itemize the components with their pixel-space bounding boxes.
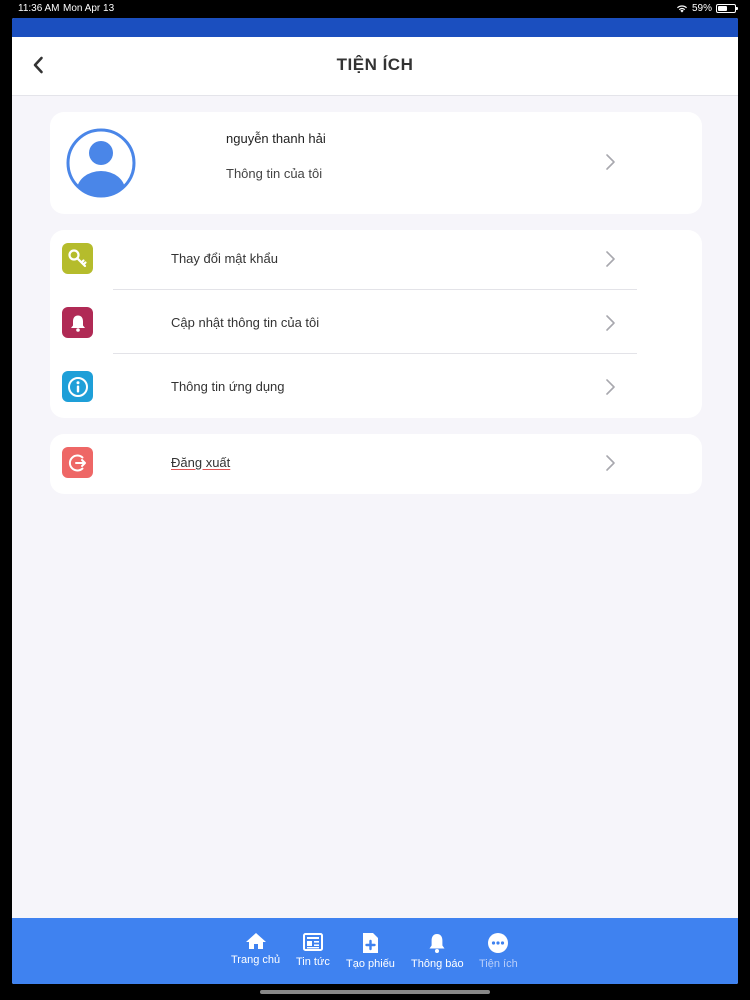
battery-fill <box>718 6 728 11</box>
profile-card[interactable]: nguyễn thanh hải Thông tin của tôi <box>50 112 702 214</box>
tab-create-ticket[interactable]: Tạo phiếu <box>346 932 395 976</box>
tab-label: Tiện ích <box>479 958 518 970</box>
profile-name: nguyễn thanh hải <box>226 131 326 146</box>
add-document-icon <box>363 933 379 953</box>
bottom-tab-bar: Trang chủ Tin tức Tạo phiếu Thông báo Ti… <box>12 918 738 984</box>
status-date: Mon Apr 13 <box>63 3 115 14</box>
profile-subtitle: Thông tin của tôi <box>226 166 323 181</box>
wifi-icon <box>676 5 687 13</box>
menu-item-app-info[interactable]: Thông tin ứng dụng <box>50 358 702 422</box>
menu-item-label: Cập nhật thông tin của tôi <box>171 315 320 330</box>
tab-notifications[interactable]: Thông báo <box>411 932 464 976</box>
chevron-right-icon <box>606 315 615 331</box>
bell-icon <box>62 307 93 338</box>
tab-label: Thông báo <box>411 958 464 970</box>
menu-item-update-info[interactable]: Cập nhật thông tin của tôi <box>50 294 702 358</box>
top-color-strip <box>12 18 738 37</box>
battery-percent: 59% <box>691 3 712 14</box>
settings-menu-card: Thay đổi mật khẩu Cập nhật thông tin của… <box>50 230 702 418</box>
home-icon <box>245 933 266 949</box>
logout-button[interactable]: Đăng xuất <box>50 434 702 494</box>
tab-news[interactable]: Tin tức <box>296 932 330 976</box>
logout-icon <box>62 447 93 478</box>
home-indicator <box>260 990 490 994</box>
status-bar: 11:36 AM Mon Apr 13 59% <box>0 0 750 18</box>
chevron-right-icon <box>606 455 615 471</box>
page-title: TIỆN ÍCH <box>336 55 414 74</box>
news-icon <box>302 933 323 951</box>
tab-label: Tạo phiếu <box>346 958 395 970</box>
chevron-right-icon <box>606 251 615 267</box>
tab-home[interactable]: Trang chủ <box>231 932 280 976</box>
menu-item-label: Thay đổi mật khẩu <box>171 251 278 266</box>
user-avatar-icon <box>66 128 136 198</box>
tab-label: Trang chủ <box>231 954 281 966</box>
info-icon <box>62 371 93 402</box>
divider <box>113 289 637 290</box>
app-screen: TIỆN ÍCH nguyễn thanh hải Thông tin của … <box>12 18 738 984</box>
logout-label: Đăng xuất <box>171 455 231 470</box>
status-right: 59% <box>676 3 738 14</box>
battery-icon <box>716 4 738 13</box>
tab-label: Tin tức <box>296 956 330 968</box>
navigation-header: TIỆN ÍCH <box>12 37 738 96</box>
key-icon <box>62 243 93 274</box>
bell-icon <box>429 934 445 953</box>
chevron-right-icon <box>606 154 615 170</box>
device-frame: 11:36 AM Mon Apr 13 59% TIỆN ÍCH nguyễn … <box>0 0 750 1000</box>
more-icon <box>488 933 509 953</box>
tab-utilities[interactable]: Tiện ích <box>479 932 518 976</box>
divider <box>113 353 637 354</box>
menu-item-change-password[interactable]: Thay đổi mật khẩu <box>50 230 702 294</box>
status-time: 11:36 AM <box>18 3 60 14</box>
chevron-right-icon <box>606 379 615 395</box>
menu-item-label: Thông tin ứng dụng <box>171 379 285 394</box>
